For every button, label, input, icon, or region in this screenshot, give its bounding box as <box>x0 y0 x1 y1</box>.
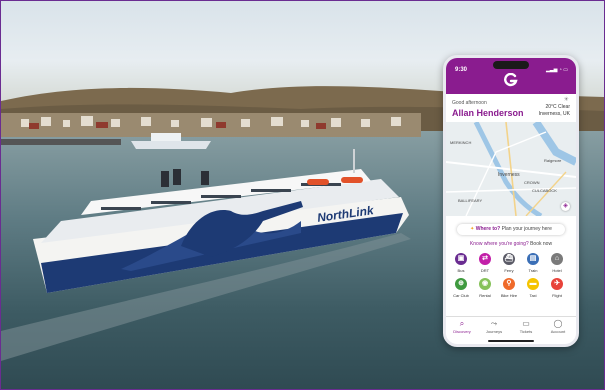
status-time: 9:30 <box>455 67 468 73</box>
service-bike-hire-button[interactable]: ⚲ Bike Hire <box>499 278 519 298</box>
phone-notch <box>493 61 529 69</box>
weather-location: Inverness, UK <box>538 111 570 117</box>
service-label: Taxi <box>529 293 537 298</box>
service-rental-button[interactable]: ◉ Rental <box>475 278 495 298</box>
phone-mockup: 9:30 ▂▃▅ ◔ ▭ Good afternoon Allan Hender… <box>443 55 579 347</box>
locate-me-button[interactable]: ◈ <box>561 202 570 211</box>
service-bus-button[interactable]: ▣ Bus <box>451 253 471 273</box>
rental-icon: ◉ <box>479 278 491 290</box>
map-label-crown: CROWN <box>524 180 540 185</box>
service-label: Train <box>528 268 538 273</box>
train-icon: ▤ <box>527 253 539 265</box>
app-logo-icon <box>504 73 518 87</box>
bike-icon: ⚲ <box>503 278 515 290</box>
home-indicator <box>488 340 534 342</box>
tab-account[interactable]: ◯ Account <box>545 319 571 334</box>
tab-discovery[interactable]: ⌕ Discovery <box>449 319 475 334</box>
tab-tickets[interactable]: ▭ Tickets <box>513 319 539 334</box>
weather-widget: 20°C Clear Inverness, UK <box>539 104 570 118</box>
ferry-icon: ⛴ <box>503 253 515 265</box>
weather-temp: 20°C Clear <box>545 104 570 110</box>
promo-image: NorthLink 9:30 ▂▃▅ ◔ ▭ Good afternoon Al… <box>0 0 605 390</box>
map-label-culcabock: CULCABOCK <box>532 188 557 193</box>
tab-label: Journeys <box>485 329 503 334</box>
tab-label: Tickets <box>519 329 533 334</box>
bus-icon: ▣ <box>455 253 467 265</box>
service-label: Rental <box>479 293 491 298</box>
service-label: Bike Hire <box>500 293 518 298</box>
service-label: Bus <box>457 268 465 273</box>
drt-icon: ⇄ <box>479 253 491 265</box>
service-label: Hotel <box>552 268 562 273</box>
service-train-button[interactable]: ▤ Train <box>523 253 543 273</box>
app-header: 9:30 ▂▃▅ ◔ ▭ <box>446 58 576 94</box>
service-label: Flight <box>552 293 562 298</box>
weather-icon: ☀ <box>563 97 569 103</box>
service-drt-button[interactable]: ⇄ DRT <box>475 253 495 273</box>
where-to-search[interactable]: ✦ Where to? Plan your journey here <box>457 224 565 235</box>
hotel-icon: ⌂ <box>551 253 563 265</box>
where-to-icon: ✦ <box>470 226 475 232</box>
taxi-icon: ▬ <box>527 278 539 290</box>
service-car-club-button[interactable]: ⊕ Car Club <box>451 278 471 298</box>
search-icon: ⌕ <box>459 319 465 328</box>
service-taxi-button[interactable]: ▬ Taxi <box>523 278 543 298</box>
ticket-icon: ▭ <box>522 319 530 328</box>
map-view[interactable]: MERKINCH Inverness Raigmore CROWN CULCAB… <box>446 122 576 216</box>
tab-label: Discovery <box>453 329 471 334</box>
book-now-prompt[interactable]: Know where you're going? Book now <box>446 241 576 247</box>
bottom-tab-bar: ⌕ Discovery ⤳ Journeys ▭ Tickets ◯ Account <box>446 316 576 339</box>
account-icon: ◯ <box>553 319 563 328</box>
service-hotel-button[interactable]: ⌂ Hotel <box>547 253 567 273</box>
service-label: Car Club <box>453 293 469 298</box>
car-club-icon: ⊕ <box>455 278 467 290</box>
tab-journeys[interactable]: ⤳ Journeys <box>481 319 507 334</box>
user-name: Allan Henderson <box>452 108 524 118</box>
service-label: DRT <box>480 268 490 273</box>
signal-wifi-battery-icon: ▂▃▅ ◔ ▭ <box>545 67 568 73</box>
service-label: Ferry <box>504 268 514 273</box>
tab-label: Account <box>550 329 566 334</box>
map-label-merkinch: MERKINCH <box>450 140 472 145</box>
service-ferry-button[interactable]: ⛴ Ferry <box>499 253 519 273</box>
flight-icon: ✈ <box>551 278 563 290</box>
service-flight-button[interactable]: ✈ Flight <box>547 278 567 298</box>
map-label-ballifeary: BALLIFEARY <box>458 198 483 203</box>
route-icon: ⤳ <box>490 319 498 328</box>
greeting: Good afternoon <box>452 100 487 106</box>
map-label-inverness: Inverness <box>498 172 520 178</box>
map-label-raigmore: Raigmore <box>544 158 562 163</box>
